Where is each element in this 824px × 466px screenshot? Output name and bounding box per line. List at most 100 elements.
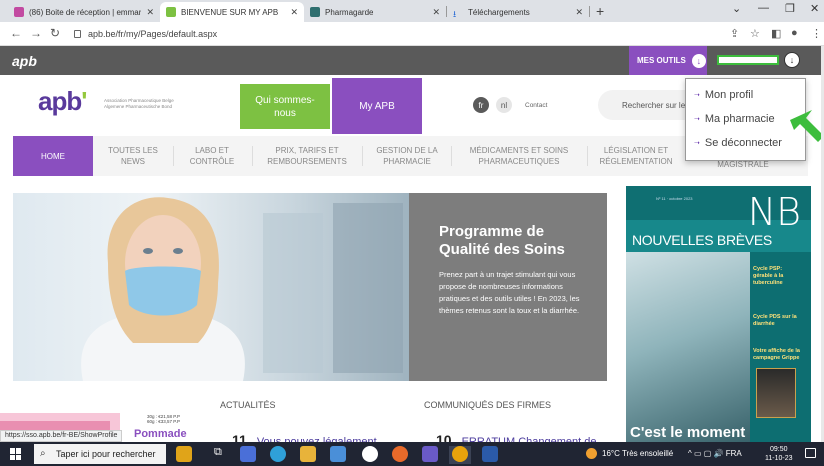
system-tray[interactable]: ^ ▭ ▢ 🔊 FRA — [688, 449, 742, 458]
mail-icon — [14, 7, 24, 17]
arrow-right-icon: ➝ — [694, 140, 700, 147]
system-clock[interactable]: 09:50 11-10-23 — [765, 445, 793, 463]
close-tab-icon[interactable]: ✕ — [432, 7, 440, 18]
tab-inbox[interactable]: (86) Boite de réception | emmar ✕ — [8, 2, 160, 22]
qui-sommes-nous-button[interactable]: Qui sommes-nous — [240, 84, 330, 129]
section-communiques: COMMUNIQUÉS DES FIRMES — [424, 400, 552, 410]
weather-status[interactable]: 16°C Très ensoleillé — [586, 448, 673, 459]
lang-nl-button[interactable]: nl — [496, 97, 512, 113]
minimize-button[interactable]: — — [758, 2, 769, 14]
tab-separator — [589, 6, 590, 17]
tray-chevron-icon[interactable]: ^ — [688, 449, 692, 458]
nav-gestion-pharmacie[interactable]: GESTION DE LA PHARMACIE — [367, 136, 447, 176]
price-60g: 60g : €33,57 P.P — [147, 419, 180, 424]
nav-medicaments-soins[interactable]: MÉDICAMENTS ET SOINS PHARMACEUTIQUES — [456, 136, 582, 176]
tab-my-apb[interactable]: BIENVENUE SUR MY APB ✕ — [160, 2, 304, 22]
lang-fr-button[interactable]: fr — [473, 97, 489, 113]
lock-icon — [74, 30, 81, 38]
teams-icon[interactable] — [422, 446, 438, 462]
nav-labo-controle[interactable]: LABO ET CONTRÔLE — [176, 136, 248, 176]
media-player-icon[interactable] — [362, 446, 378, 462]
address-bar: ← → ↻ apb.be/fr/my/Pages/default.aspx ⇪ … — [0, 22, 824, 46]
contact-link[interactable]: Contact — [525, 102, 547, 109]
windows-start-icon[interactable] — [10, 448, 22, 460]
tray-apps-icon[interactable]: ▭ ▢ 🔊 — [694, 449, 724, 458]
hero-panel[interactable]: Programme de Qualité des Soins Prenez pa… — [409, 193, 607, 381]
logo-swoosh-icon: ʹ — [81, 86, 87, 116]
profile-icon[interactable]: ● — [791, 27, 798, 39]
outlook-icon[interactable] — [240, 446, 256, 462]
close-window-button[interactable]: ✕ — [810, 2, 819, 15]
firefox-icon[interactable] — [392, 446, 408, 462]
apb-small-logo[interactable]: apb — [12, 53, 37, 69]
menu-item-label: Se déconnecter — [704, 137, 782, 149]
reload-icon[interactable]: ↻ — [50, 26, 60, 40]
section-actualites: ACTUALITÉS — [220, 400, 276, 410]
nav-toutes-les-news[interactable]: TOUTES LES NEWS — [97, 136, 169, 176]
nav-separator — [451, 146, 452, 166]
windows-taskbar: ⌕ Taper ici pour rechercher ⧉ 16°C Très … — [0, 442, 824, 466]
close-tab-icon[interactable]: ✕ — [146, 7, 154, 18]
close-tab-icon[interactable]: ✕ — [575, 7, 583, 18]
menu-item-ma-pharmacie[interactable]: ➝ Ma pharmacie — [694, 113, 775, 125]
nav-separator — [587, 146, 588, 166]
download-arrow-icon: ↓ — [691, 53, 706, 68]
close-tab-icon[interactable]: ✕ — [290, 7, 298, 18]
status-bar-url: https://sso.apb.be/fr-BE/ShowProfile — [0, 430, 123, 442]
arrow-right-icon: ➝ — [694, 92, 700, 99]
menu-item-mon-profil[interactable]: ➝ Mon profil — [694, 89, 753, 101]
green-pointer-arrow-icon — [790, 110, 824, 142]
taskbar-search-input[interactable]: ⌕ Taper ici pour rechercher — [34, 444, 166, 464]
nav-separator — [173, 146, 174, 166]
apb-logo[interactable]: apbʹ — [38, 86, 87, 117]
nav-prix-tarifs[interactable]: PRIX, TARIFS ET REMBOURSEMENTS — [257, 136, 357, 176]
magazine-label-2: Cycle PDS sur la diarrhée — [753, 314, 797, 327]
nouvelles-breves-magazine[interactable]: Nº 11 · octobre 2023 NB NOUVELLES BRÈVES… — [626, 186, 811, 442]
account-dropdown-menu: ➝ Mon profil ➝ Ma pharmacie ➝ Se déconne… — [685, 78, 806, 161]
restore-button[interactable]: ❐ — [785, 2, 795, 15]
file-explorer-icon[interactable] — [300, 446, 316, 462]
taskbar-search-placeholder: Taper ici pour rechercher — [56, 449, 156, 459]
arrow-right-icon: ➝ — [694, 116, 700, 123]
task-view-icon[interactable]: ⧉ — [214, 446, 230, 462]
word-icon[interactable] — [482, 446, 498, 462]
user-name-highlight[interactable] — [717, 55, 779, 65]
tab-pharmagarde[interactable]: Pharmagarde ✕ — [304, 2, 446, 22]
nav-legislation[interactable]: LÉGISLATION ET RÉGLEMENTATION — [592, 136, 680, 176]
nav-separator — [362, 146, 363, 166]
apb-favicon-icon — [166, 7, 176, 17]
back-icon[interactable]: ← — [10, 26, 22, 40]
sun-icon — [586, 448, 597, 459]
hero-image[interactable] — [13, 193, 409, 381]
magazine-nb-logo: NB — [747, 190, 801, 234]
tab-label: (86) Boite de réception | emmar — [29, 7, 142, 17]
account-dropdown-icon[interactable]: ↓ — [784, 52, 800, 68]
pharmagarde-favicon-icon — [310, 7, 320, 17]
url-field[interactable]: apb.be/fr/my/Pages/default.aspx — [74, 25, 714, 43]
mes-outils-button[interactable]: MES OUTILS ↓ — [629, 46, 707, 75]
weather-widget-icon[interactable] — [176, 446, 192, 462]
menu-icon[interactable]: ⋮ — [811, 27, 822, 40]
clock-time: 09:50 — [769, 446, 788, 453]
nav-home[interactable]: HOME — [13, 136, 93, 176]
magazine-cover-photo — [626, 252, 750, 442]
forward-icon[interactable]: → — [30, 26, 42, 40]
menu-item-se-deconnecter[interactable]: ➝ Se déconnecter — [694, 137, 782, 149]
share-icon[interactable]: ⇪ — [730, 27, 739, 40]
mes-outils-label: MES OUTILS — [637, 56, 686, 65]
association-name: Association Pharmaceutique Belge Algemen… — [104, 98, 174, 110]
new-tab-button[interactable]: + — [596, 3, 604, 19]
magazine-title: NOUVELLES BRÈVES — [632, 232, 772, 248]
star-icon[interactable]: ☆ — [750, 27, 760, 40]
chrome-icon[interactable] — [452, 446, 468, 462]
notification-icon[interactable] — [805, 448, 816, 458]
tab-search-icon[interactable]: ⌄ — [732, 2, 741, 15]
hero-title: Programme de Qualité des Soins — [439, 223, 565, 258]
sidebar-icon[interactable]: ◧ — [771, 27, 781, 40]
store-icon[interactable] — [330, 446, 346, 462]
edge-icon[interactable] — [270, 446, 286, 462]
my-apb-button[interactable]: My APB — [332, 78, 422, 134]
keyboard-language[interactable]: FRA — [726, 449, 742, 458]
pommade-prices: 30g : €21,58 P.P 60g : €33,57 P.P — [147, 414, 180, 424]
tab-downloads[interactable]: ⭳ Téléchargements ✕ — [447, 2, 589, 22]
